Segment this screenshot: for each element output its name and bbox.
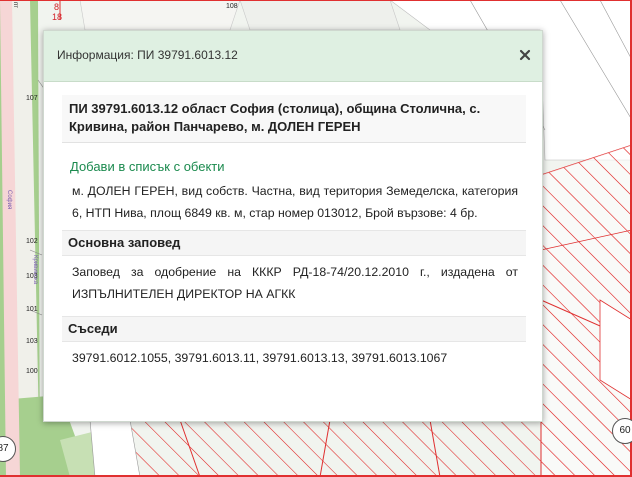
order-text: Заповед за одобрение на КККР РД-18-74/20… (72, 265, 518, 301)
info-dialog: Информация: ПИ 39791.6013.12 ПИ 39791.60… (43, 30, 543, 422)
map-parcel-label: 101 (26, 306, 38, 313)
add-to-list-link[interactable]: Добави в списък с обекти (70, 159, 526, 174)
map-parcel-label: 102 (26, 238, 38, 245)
dialog-title: Информация: ПИ 39791.6013.12 (57, 48, 238, 62)
map-parcel-badge: 60 (612, 418, 632, 444)
map-street-label: София (6, 190, 12, 210)
dialog-body: ПИ 39791.6013.12 област София (столица),… (62, 95, 526, 369)
map-street-label: Кривинска (32, 255, 38, 285)
section-heading-neighbors: Съседи (62, 316, 526, 342)
parcel-title-box: ПИ 39791.6013.12 област София (столица),… (62, 95, 526, 143)
map-parcel-label: 103 (26, 338, 38, 345)
map-parcel-label: 18 (52, 12, 63, 22)
map-parcel-label: 100 (26, 368, 38, 375)
section-heading-order: Основна заповед (62, 230, 526, 256)
close-button[interactable] (516, 46, 534, 64)
map-street-label: пт (12, 2, 18, 8)
map-parcel-label: 107 (26, 95, 38, 102)
parcel-title: ПИ 39791.6013.12 област София (столица),… (69, 101, 481, 134)
dialog-header: Информация: ПИ 39791.6013.12 (44, 31, 542, 82)
parcel-details: м. ДОЛЕН ГЕРЕН, вид собств. Частна, вид … (72, 184, 518, 220)
map-parcel-label: 8 (54, 2, 60, 12)
close-icon[interactable] (516, 46, 534, 64)
neighbors-list: 39791.6012.1055, 39791.6013.11, 39791.60… (72, 351, 448, 365)
map-parcel-label: 108 (226, 3, 238, 10)
